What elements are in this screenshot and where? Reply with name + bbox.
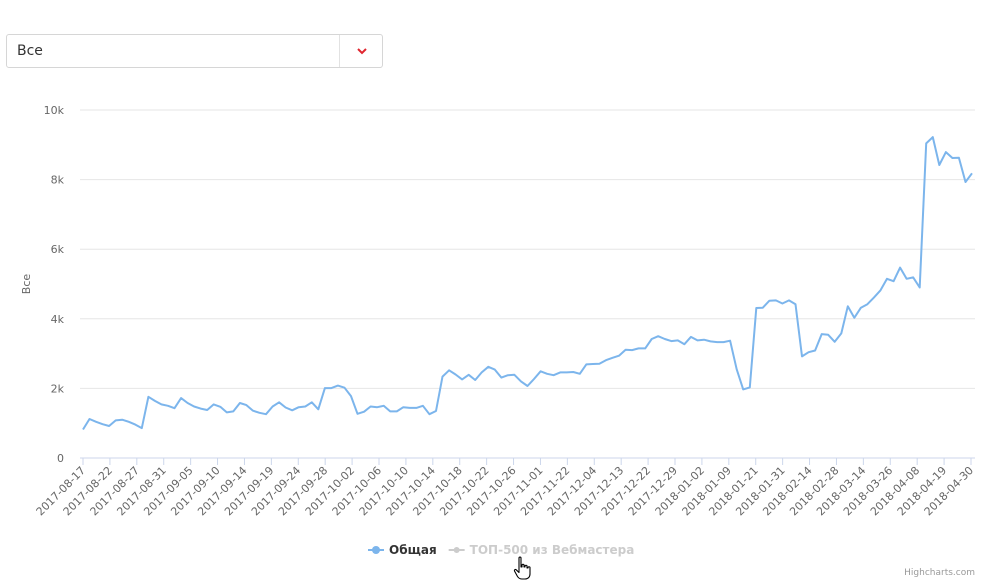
x-axis-ticks: 2017-08-172017-08-222017-08-272017-08-31… xyxy=(34,458,976,518)
y-tick-label: 10k xyxy=(44,104,65,117)
line-chart: 0 2k 4k 6k 8k 10k Все 2017-08-172017-08-22201… xyxy=(20,104,976,578)
y-gridlines xyxy=(80,109,975,389)
y-tick-label: 8k xyxy=(51,174,65,187)
y-tick-label: 6k xyxy=(51,243,65,256)
hand-cursor-icon xyxy=(513,556,531,580)
y-tick-label: 4k xyxy=(51,313,65,326)
y-axis-title: Все xyxy=(20,274,33,295)
legend: Общая ТОП-500 из Вебмастера xyxy=(368,543,634,557)
legend-label: ТОП-500 из Вебмастера xyxy=(470,543,635,557)
highcharts-credit[interactable]: Highcharts.com xyxy=(904,568,975,578)
legend-item-0[interactable]: Общая xyxy=(368,543,437,557)
legend-symbol-marker xyxy=(453,547,460,553)
series-line-0 xyxy=(82,136,973,431)
legend-label: Общая xyxy=(389,543,437,557)
y-tick-label: 0 xyxy=(57,452,64,465)
legend-symbol-marker xyxy=(372,546,380,554)
y-axis-ticks: 0 2k 4k 6k 8k 10k xyxy=(44,104,65,465)
legend-item-1[interactable]: ТОП-500 из Вебмастера xyxy=(448,543,635,557)
y-tick-label: 2k xyxy=(51,382,65,395)
series-layer xyxy=(82,136,973,431)
